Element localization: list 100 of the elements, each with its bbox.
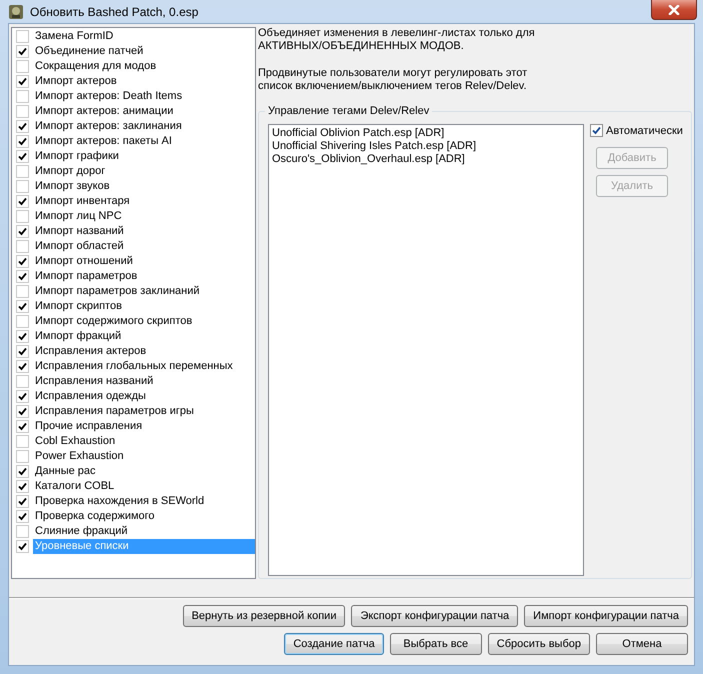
patcher-item[interactable]: Cobl Exhaustion [13, 434, 255, 449]
patcher-item[interactable]: Исправления актеров [13, 344, 255, 359]
checkbox[interactable] [16, 195, 29, 208]
checkbox[interactable] [16, 450, 29, 463]
patcher-item[interactable]: Сокращения для модов [13, 59, 255, 74]
checkbox[interactable] [16, 165, 29, 178]
patcher-label: Импорт актеров: заклинания [34, 119, 183, 134]
checkbox[interactable] [16, 315, 29, 328]
checkbox[interactable] [16, 390, 29, 403]
checkbox[interactable] [16, 45, 29, 58]
checkbox[interactable] [16, 285, 29, 298]
action-button[interactable]: Создание патча [284, 633, 384, 655]
checkbox[interactable] [16, 120, 29, 133]
checkbox[interactable] [16, 465, 29, 478]
patcher-item[interactable]: Импорт областей [13, 239, 255, 254]
checkbox[interactable] [16, 270, 29, 283]
checkbox[interactable] [16, 90, 29, 103]
patcher-label: Импорт инвентаря [34, 194, 131, 209]
patcher-item[interactable]: Проверка содержимого [13, 509, 255, 524]
patcher-label: Исправления одежды [34, 389, 147, 404]
patcher-label: Исправления глобальных переменных [34, 359, 234, 374]
patcher-label: Импорт фракций [34, 329, 122, 344]
checkbox[interactable] [16, 420, 29, 433]
checkbox[interactable] [16, 210, 29, 223]
patcher-item[interactable]: Импорт дорог [13, 164, 255, 179]
patcher-item[interactable]: Объединение патчей [13, 44, 255, 59]
patcher-item[interactable]: Power Exhaustion [13, 449, 255, 464]
patcher-item[interactable]: Исправления одежды [13, 389, 255, 404]
patcher-item[interactable]: Слияние фракций [13, 524, 255, 539]
patcher-item[interactable]: Импорт фракций [13, 329, 255, 344]
patcher-item[interactable]: Исправления параметров игры [13, 404, 255, 419]
checkbox[interactable] [16, 180, 29, 193]
checkbox-label: Автоматически [606, 124, 683, 136]
patcher-label: Проверка содержимого [34, 509, 156, 524]
app-icon [8, 4, 24, 20]
patcher-label: Сокращения для модов [34, 59, 158, 74]
patcher-label: Импорт названий [34, 224, 125, 239]
patcher-label: Прочие исправления [34, 419, 144, 434]
patcher-item[interactable]: Импорт лиц NPC [13, 209, 255, 224]
checkbox[interactable] [16, 60, 29, 73]
checkbox[interactable] [16, 510, 29, 523]
checkbox[interactable] [16, 435, 29, 448]
checkbox[interactable] [16, 405, 29, 418]
checkbox[interactable] [16, 495, 29, 508]
patcher-item[interactable]: Импорт актеров: Death Items [13, 89, 255, 104]
patcher-item[interactable]: Исправления глобальных переменных [13, 359, 255, 374]
checkbox[interactable] [590, 124, 603, 137]
group-title: Управление тегами Delev/Relev [265, 105, 432, 117]
checkbox[interactable] [16, 480, 29, 493]
checkbox[interactable] [16, 75, 29, 88]
patcher-item[interactable]: Прочие исправления [13, 419, 255, 434]
patcher-label: Импорт звуков [34, 179, 111, 194]
patcher-item[interactable]: Замена FormID [13, 29, 255, 44]
patcher-item[interactable]: Импорт актеров: заклинания [13, 119, 255, 134]
checkbox[interactable] [16, 300, 29, 313]
patcher-label: Исправления параметров игры [34, 404, 195, 419]
patcher-item[interactable]: Импорт звуков [13, 179, 255, 194]
action-button[interactable]: Импорт конфигурации патча [524, 605, 688, 627]
patcher-item[interactable]: Импорт отношений [13, 254, 255, 269]
patcher-item[interactable]: Импорт актеров [13, 74, 255, 89]
patcher-item[interactable]: Импорт графики [13, 149, 255, 164]
patcher-item[interactable]: Импорт скриптов [13, 299, 255, 314]
close-icon [668, 4, 680, 14]
patcher-label: Каталоги COBL [34, 479, 116, 494]
patcher-item[interactable]: Проверка нахождения в SEWorld [13, 494, 255, 509]
checkbox[interactable] [16, 225, 29, 238]
close-button[interactable] [651, 0, 697, 20]
patcher-item[interactable]: Импорт параметров заклинаний [13, 284, 255, 299]
checkbox[interactable] [16, 540, 29, 553]
patcher-item[interactable]: Импорт названий [13, 224, 255, 239]
action-button[interactable]: Вернуть из резервной копии [182, 605, 346, 627]
patcher-item[interactable]: Исправления названий [13, 374, 255, 389]
checkbox[interactable] [16, 525, 29, 538]
checkbox[interactable] [16, 105, 29, 118]
tag-item[interactable]: Unofficial Oblivion Patch.esp [ADR] [272, 127, 580, 140]
checkbox[interactable] [16, 330, 29, 343]
checkbox[interactable] [16, 30, 29, 43]
checkbox[interactable] [16, 150, 29, 163]
checkbox[interactable] [16, 135, 29, 148]
patcher-item[interactable]: Импорт инвентаря [13, 194, 255, 209]
patcher-item[interactable]: Данные рас [13, 464, 255, 479]
action-button[interactable]: Отмена [596, 633, 688, 655]
checkbox[interactable] [16, 240, 29, 253]
checkbox[interactable] [16, 255, 29, 268]
patcher-label: Импорт параметров заклинаний [34, 284, 201, 299]
checkbox[interactable] [16, 345, 29, 358]
action-button[interactable]: Сбросить выбор [488, 633, 590, 655]
tag-item[interactable]: Oscuro's_Oblivion_Overhaul.esp [ADR] [272, 153, 580, 166]
action-button[interactable]: Экспорт конфигурации патча [351, 605, 518, 627]
patcher-label: Импорт параметров [34, 269, 138, 284]
patcher-item[interactable]: Импорт актеров: анимации [13, 104, 255, 119]
patcher-label: Данные рас [34, 464, 97, 479]
patcher-item[interactable]: Каталоги COBL [13, 479, 255, 494]
checkbox[interactable] [16, 360, 29, 373]
patcher-item[interactable]: Импорт актеров: пакеты AI [13, 134, 255, 149]
patcher-item[interactable]: Импорт параметров [13, 269, 255, 284]
checkbox[interactable] [16, 375, 29, 388]
patcher-item[interactable]: Импорт содержимого скриптов [13, 314, 255, 329]
action-button[interactable]: Выбрать все [390, 633, 482, 655]
tag-item[interactable]: Unofficial Shivering Isles Patch.esp [ADR] [272, 140, 580, 153]
